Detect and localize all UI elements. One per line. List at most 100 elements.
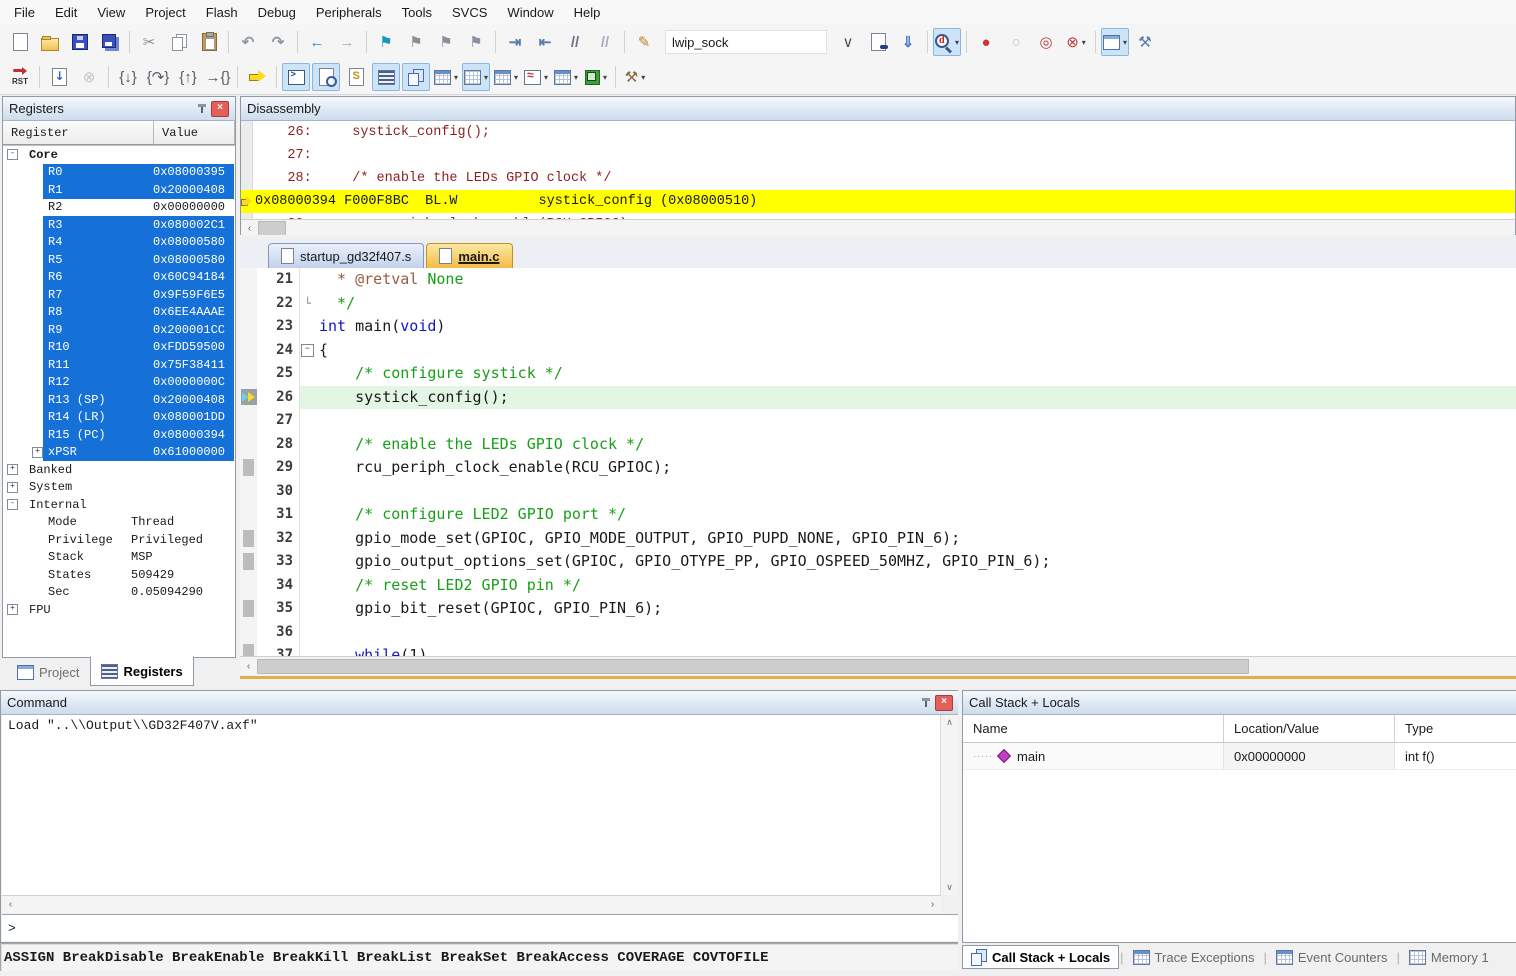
register-row[interactable]: R100xFDD59500 [3, 339, 235, 357]
step-over-button[interactable]: {↷} [144, 63, 172, 91]
code-editor[interactable]: 21 * @retval None22└ */23int main(void)2… [240, 268, 1516, 656]
register-row[interactable]: R00x08000395 [3, 164, 235, 182]
save-file-button[interactable] [66, 28, 94, 56]
watch-window-button[interactable]: ▾ [432, 63, 460, 91]
paste-button[interactable] [195, 28, 223, 56]
scroll-left-icon[interactable]: ‹ [240, 659, 257, 674]
register-row[interactable]: R90x200001CC [3, 321, 235, 339]
scroll-up-icon[interactable]: ∧ [941, 717, 958, 728]
disable-all-breakpoints-button[interactable]: ⊗▾ [1062, 28, 1090, 56]
dropdown-arrow-icon[interactable]: ▾ [603, 73, 607, 82]
register-row[interactable]: +Banked [3, 461, 235, 479]
register-row[interactable]: R110x75F38411 [3, 356, 235, 374]
dropdown-arrow-icon[interactable]: ▾ [544, 73, 548, 82]
register-row[interactable]: StackMSP [3, 549, 235, 567]
toolbox-button[interactable]: ⚒▾ [621, 63, 649, 91]
register-row[interactable]: R80x6EE4AAAE [3, 304, 235, 322]
registers-window-button[interactable] [372, 63, 400, 91]
command-output[interactable]: Load "..\\Output\\GD32F407V.axf" [2, 715, 941, 902]
comment-selection-button[interactable]: // [561, 28, 589, 56]
editor-tab-main-c[interactable]: main.c [426, 243, 512, 268]
menu-view[interactable]: View [87, 2, 135, 23]
scroll-left-icon[interactable]: ‹ [2, 897, 19, 912]
insert-remove-breakpoint-button[interactable]: ● [972, 28, 1000, 56]
dropdown-arrow-icon[interactable]: ▾ [641, 73, 645, 82]
register-row[interactable]: +FPU [3, 601, 235, 619]
undo-button[interactable]: ↶ [234, 28, 262, 56]
system-viewer-window-button[interactable]: ▾ [582, 63, 610, 91]
register-row[interactable]: R40x08000580 [3, 234, 235, 252]
outdent-button[interactable]: ⇤ [531, 28, 559, 56]
trace-window-button[interactable]: ▾ [552, 63, 580, 91]
expand-icon[interactable]: + [7, 464, 18, 475]
close-icon[interactable]: × [935, 695, 953, 711]
incremental-find-button[interactable]: ⇓ [894, 28, 922, 56]
panel-splitter[interactable] [958, 690, 962, 971]
find-history-dropdown-button[interactable]: ∨ [834, 28, 862, 56]
tab-event-counters[interactable]: Event Counters [1268, 947, 1396, 968]
previous-bookmark-button[interactable]: ⚑ [402, 28, 430, 56]
scroll-down-icon[interactable]: ∨ [941, 882, 958, 893]
copy-button[interactable] [165, 28, 193, 56]
register-row[interactable]: R14 (LR)0x080001DD [3, 409, 235, 427]
redo-button[interactable]: ↷ [264, 28, 292, 56]
register-row[interactable]: R20x00000000 [3, 199, 235, 217]
save-all-button[interactable] [96, 28, 124, 56]
insert-bookmark-button[interactable]: ⚑ [372, 28, 400, 56]
stop-button[interactable]: ⊗ [75, 63, 103, 91]
tab-project[interactable]: Project [6, 658, 90, 686]
register-row[interactable]: -Core [3, 146, 235, 164]
tab-trace-exceptions[interactable]: Trace Exceptions [1125, 947, 1263, 968]
memory-window-button[interactable]: ▾ [462, 63, 490, 91]
clear-all-bookmarks-button[interactable]: ⚑ [462, 28, 490, 56]
find-text-input[interactable]: lwip_sock [665, 30, 827, 54]
pin-icon[interactable] [197, 103, 207, 115]
dropdown-arrow-icon[interactable]: ▾ [955, 38, 959, 47]
editor-hscrollbar[interactable]: ‹ [240, 656, 1516, 674]
configure-find-button[interactable]: ✎ [630, 28, 658, 56]
new-file-button[interactable] [6, 28, 34, 56]
register-row[interactable]: Sec0.05094290 [3, 584, 235, 602]
uncomment-selection-button[interactable]: // [591, 28, 619, 56]
navigate-back-button[interactable]: ← [303, 28, 331, 56]
register-row[interactable]: -Internal [3, 496, 235, 514]
command-vscrollbar[interactable]: ∧ ∨ [940, 715, 958, 895]
register-row[interactable]: R10x20000408 [3, 181, 235, 199]
register-row[interactable]: R15 (PC)0x08000394 [3, 426, 235, 444]
menu-flash[interactable]: Flash [196, 2, 248, 23]
menu-window[interactable]: Window [497, 2, 563, 23]
register-row[interactable]: R60x60C94184 [3, 269, 235, 287]
tab-call-stack-locals[interactable]: Call Stack + Locals [962, 945, 1119, 969]
command-input[interactable]: > [2, 914, 958, 941]
scroll-left-icon[interactable]: ‹ [241, 221, 258, 236]
menu-help[interactable]: Help [564, 2, 611, 23]
pin-icon[interactable] [921, 697, 931, 709]
debug-restore-views-button[interactable]: ▾ [1101, 28, 1129, 56]
command-window-button[interactable] [282, 63, 310, 91]
collapse-icon[interactable]: - [7, 149, 18, 160]
disassembly-view[interactable]: 26: systick_config(); 27: 28: /* enable … [241, 121, 1515, 219]
expand-icon[interactable]: + [7, 604, 18, 615]
register-row[interactable]: PrivilegePrivileged [3, 531, 235, 549]
fold-collapse-icon[interactable]: − [301, 344, 314, 357]
cut-button[interactable]: ✂ [135, 28, 163, 56]
start-stop-debug-button[interactable]: d▾ [933, 28, 961, 56]
register-row[interactable]: R50x08000580 [3, 251, 235, 269]
scroll-right-icon[interactable]: › [924, 897, 941, 912]
next-bookmark-button[interactable]: ⚑ [432, 28, 460, 56]
menu-file[interactable]: File [4, 2, 45, 23]
dropdown-arrow-icon[interactable]: ▾ [514, 73, 518, 82]
scroll-thumb[interactable] [257, 659, 1249, 674]
dropdown-arrow-icon[interactable]: ▾ [484, 73, 488, 82]
register-row[interactable]: R70x9F59F6E5 [3, 286, 235, 304]
show-next-statement-button[interactable] [243, 63, 271, 91]
reset-cpu-button[interactable]: RST [6, 63, 34, 91]
analysis-window-button[interactable]: ▾ [522, 63, 550, 91]
disassembly-window-button[interactable] [312, 63, 340, 91]
enable-disable-breakpoint-button[interactable]: ○ [1002, 28, 1030, 56]
step-into-button[interactable]: {↓} [114, 63, 142, 91]
call-stack-window-button[interactable] [402, 63, 430, 91]
close-icon[interactable]: × [211, 101, 229, 117]
configure-target-button[interactable]: ⚒ [1131, 28, 1159, 56]
tab-registers[interactable]: Registers [90, 656, 193, 686]
